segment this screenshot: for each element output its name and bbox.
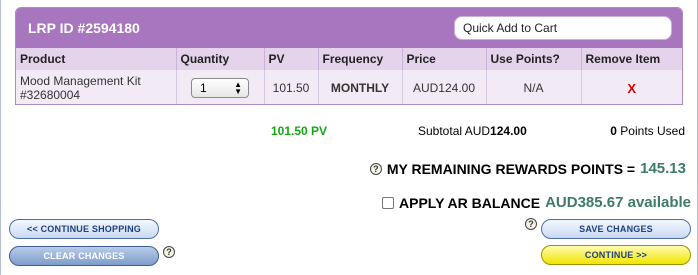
col-product: Product [16,48,177,70]
price-cell: AUD124.00 [402,70,487,104]
pv-cell: 101.50 [264,70,319,104]
subtotal-label: Subtotal AUD [418,124,491,138]
help-icon[interactable]: ? [369,162,382,175]
lrp-panel: LRP ID #2594180 Product Quantity PV Freq… [15,7,683,105]
points-used-value: 0 [610,124,617,138]
quantity-select[interactable]: 1 ▲ ▼ [191,78,249,98]
help-icon[interactable]: ? [163,246,175,258]
remove-item-button[interactable]: X [627,81,636,96]
clear-changes-button[interactable]: CLEAR CHANGES [9,246,159,266]
subtotal: Subtotal AUD124.00 [418,124,527,138]
remove-cell: X [581,70,682,104]
ar-balance-value: AUD385.67 available [545,194,691,211]
table-header-row: Product Quantity PV Frequency Price Use … [16,48,682,70]
updown-arrows-icon: ▲ ▼ [234,80,242,96]
frequency-link[interactable]: MONTHLY [318,70,403,104]
product-cell: Mood Management Kit #32680004 [16,70,177,104]
continue-button[interactable]: CONTINUE >> [541,245,691,265]
use-points-cell: N/A [486,70,582,104]
points-used-label: Points Used [620,124,685,138]
product-code: #32680004 [20,88,81,102]
ar-balance-label: APPLY AR BALANCE [399,194,541,211]
quantity-cell: 1 ▲ ▼ [176,70,265,104]
rewards-value: 145.13 [640,160,686,177]
points-used: 0 Points Used [610,124,685,138]
product-name: Mood Management Kit [20,74,141,88]
help-icon[interactable]: ? [525,218,537,230]
continue-shopping-button[interactable]: << CONTINUE SHOPPING [9,219,159,239]
lrp-title: LRP ID #2594180 [28,20,140,36]
col-pv: PV [264,48,319,70]
col-use-points: Use Points? [486,48,582,70]
col-price: Price [402,48,487,70]
ar-balance-row: APPLY AR BALANCE AUD385.67 available [382,194,691,211]
subtotal-value: 124.00 [490,124,527,138]
col-quantity: Quantity [176,48,265,70]
rewards-label: MY REMAINING REWARDS POINTS = [386,160,636,177]
lrp-header: LRP ID #2594180 [16,8,682,48]
col-frequency: Frequency [318,48,403,70]
pv-total: 101.50 PV [271,124,328,138]
quantity-value: 1 [200,81,207,95]
col-remove: Remove Item [581,48,682,70]
apply-ar-balance-checkbox[interactable] [382,196,395,209]
save-changes-button[interactable]: SAVE CHANGES [541,219,691,239]
quick-add-input[interactable] [454,16,672,40]
rewards-row: ? MY REMAINING REWARDS POINTS = 145.13 [369,160,686,177]
items-table: Product Quantity PV Frequency Price Use … [16,48,682,104]
table-row: Mood Management Kit #32680004 1 ▲ ▼ 101.5… [16,70,682,104]
